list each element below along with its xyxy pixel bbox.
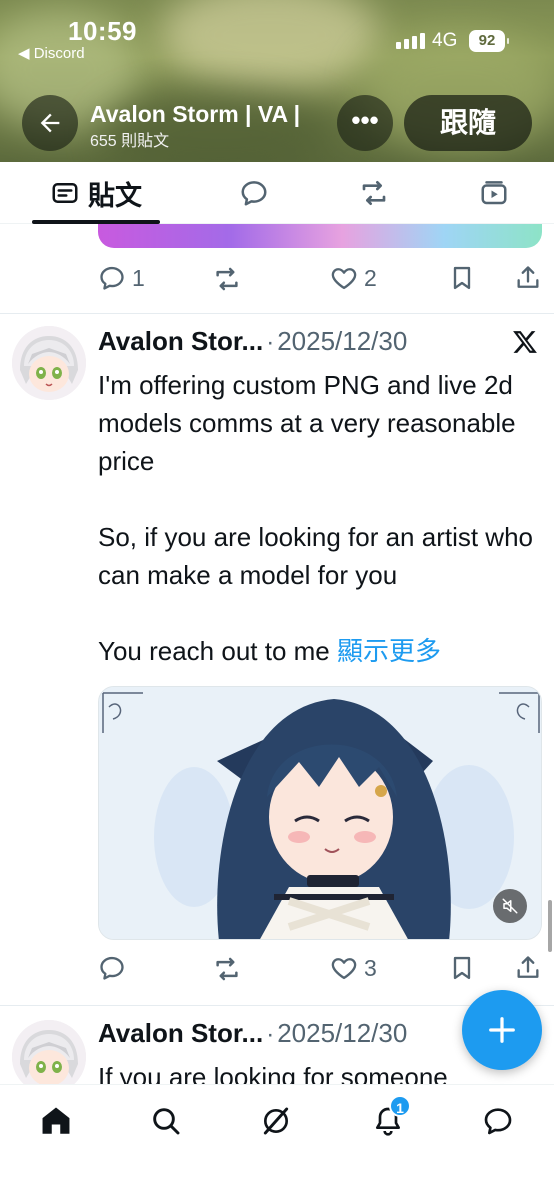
profile-tabs: 貼文 bbox=[0, 162, 554, 224]
scroll-indicator[interactable] bbox=[548, 900, 552, 952]
anime-character-illustration bbox=[99, 687, 541, 939]
tweet-date[interactable]: 2025/12/30 bbox=[277, 326, 407, 357]
tweet-line: I'm offering custom PNG and live 2d mode… bbox=[98, 370, 516, 476]
nav-search[interactable] bbox=[146, 1101, 186, 1141]
bookmark-button[interactable] bbox=[448, 264, 476, 292]
share-icon bbox=[517, 266, 539, 288]
heart-icon bbox=[331, 958, 357, 980]
tweet-text: If you are looking for someone bbox=[98, 1058, 538, 1084]
back-button[interactable] bbox=[22, 95, 78, 151]
post-count: 655 則貼文 bbox=[90, 133, 170, 150]
reply-icon bbox=[100, 266, 124, 290]
bookmark-icon bbox=[453, 266, 471, 290]
video-icon bbox=[481, 181, 507, 205]
like-button[interactable]: 2 bbox=[330, 264, 377, 292]
follow-button[interactable]: 跟隨 bbox=[404, 95, 532, 151]
tweet[interactable]: Avalon Stor... · 2025/12/30 I'm offering… bbox=[0, 314, 554, 1004]
tab-reposts[interactable] bbox=[342, 162, 406, 224]
tab-media[interactable] bbox=[462, 162, 526, 224]
avatar-illustration bbox=[12, 326, 86, 400]
tweet-date[interactable]: 2025/12/30 bbox=[277, 1018, 407, 1049]
more-options-button[interactable]: ••• bbox=[337, 95, 393, 151]
bottom-navigation: 1 bbox=[0, 1084, 554, 1200]
tweet-header: Avalon Stor... · 2025/12/30 bbox=[98, 1018, 407, 1049]
repost-icon bbox=[216, 957, 238, 981]
back-to-app-link[interactable]: ◀ Discord bbox=[18, 44, 85, 62]
speech-bubble-icon bbox=[241, 181, 267, 206]
grok-icon bbox=[263, 1107, 289, 1135]
separator: · bbox=[266, 329, 275, 356]
tweet-text: I'm offering custom PNG and live 2d mode… bbox=[98, 366, 538, 670]
profile-name: Avalon Storm | VA | bbox=[90, 101, 301, 127]
bookmark-button[interactable] bbox=[448, 954, 476, 982]
previous-tweet-image[interactable] bbox=[98, 224, 542, 248]
author-avatar[interactable] bbox=[12, 326, 86, 400]
repost-icon bbox=[216, 267, 238, 291]
repost-icon bbox=[362, 181, 386, 205]
tweet-header: Avalon Stor... · 2025/12/30 bbox=[98, 326, 407, 357]
nav-messages[interactable] bbox=[478, 1101, 518, 1141]
posts-icon bbox=[52, 183, 78, 203]
x-logo-icon bbox=[512, 330, 538, 359]
author-avatar[interactable] bbox=[12, 1020, 86, 1084]
repost-button[interactable] bbox=[212, 264, 242, 294]
tab-posts-label: 貼文 bbox=[88, 180, 142, 211]
like-button[interactable]: 3 bbox=[330, 954, 377, 982]
author-name[interactable]: Avalon Stor... bbox=[98, 326, 263, 357]
heart-icon bbox=[331, 268, 357, 290]
tab-posts[interactable]: 貼文 bbox=[32, 162, 160, 224]
compose-button[interactable] bbox=[462, 990, 542, 1070]
tweet-line: So, if you are looking for an artist who… bbox=[98, 522, 534, 590]
share-button[interactable] bbox=[514, 954, 542, 982]
avatar-illustration bbox=[12, 1020, 86, 1084]
timeline: 1 2 Avalon Stor... · 2025/12/30 I'm offe… bbox=[0, 224, 554, 1084]
share-button[interactable] bbox=[514, 264, 542, 292]
previous-tweet-actions: 1 2 bbox=[98, 264, 542, 300]
tweet-video[interactable] bbox=[98, 686, 542, 940]
status-bar: 10:59 ◀ Discord 4G 92 bbox=[0, 0, 554, 70]
muted-speaker-icon bbox=[502, 898, 518, 914]
repost-button[interactable] bbox=[212, 954, 242, 984]
plus-icon bbox=[489, 1017, 515, 1043]
like-count: 2 bbox=[364, 264, 377, 291]
nav-home[interactable] bbox=[36, 1101, 76, 1141]
battery-icon: 92 bbox=[469, 30, 509, 52]
search-icon bbox=[153, 1108, 180, 1135]
clock: 10:59 bbox=[68, 16, 137, 46]
reply-button[interactable] bbox=[98, 954, 126, 982]
tweet-line: If you are looking for someone bbox=[98, 1062, 448, 1084]
reply-button[interactable]: 1 bbox=[98, 264, 145, 292]
share-icon bbox=[517, 956, 539, 978]
nav-notifications[interactable]: 1 bbox=[368, 1095, 411, 1141]
tweet-line: You reach out to me 顯示更多 bbox=[98, 636, 441, 666]
author-name[interactable]: Avalon Stor... bbox=[98, 1018, 263, 1049]
signal-icon bbox=[396, 33, 425, 49]
nav-grok[interactable] bbox=[256, 1101, 296, 1141]
network-type: 4G bbox=[432, 30, 458, 51]
tweet-actions: 3 bbox=[98, 954, 542, 990]
reply-icon bbox=[100, 956, 124, 980]
bookmark-icon bbox=[453, 956, 471, 980]
like-count: 3 bbox=[364, 954, 377, 981]
show-more-link[interactable]: 顯示更多 bbox=[337, 636, 441, 666]
tab-replies[interactable] bbox=[222, 162, 286, 224]
message-icon bbox=[484, 1108, 512, 1135]
separator: · bbox=[266, 1021, 275, 1048]
home-icon bbox=[42, 1107, 70, 1134]
reply-count: 1 bbox=[132, 264, 145, 291]
arrow-left-icon bbox=[40, 113, 60, 133]
profile-header: 10:59 ◀ Discord 4G 92 Avalon Storm | VA … bbox=[0, 0, 554, 162]
mute-button[interactable] bbox=[493, 889, 527, 923]
notification-badge: 1 bbox=[389, 1095, 411, 1117]
